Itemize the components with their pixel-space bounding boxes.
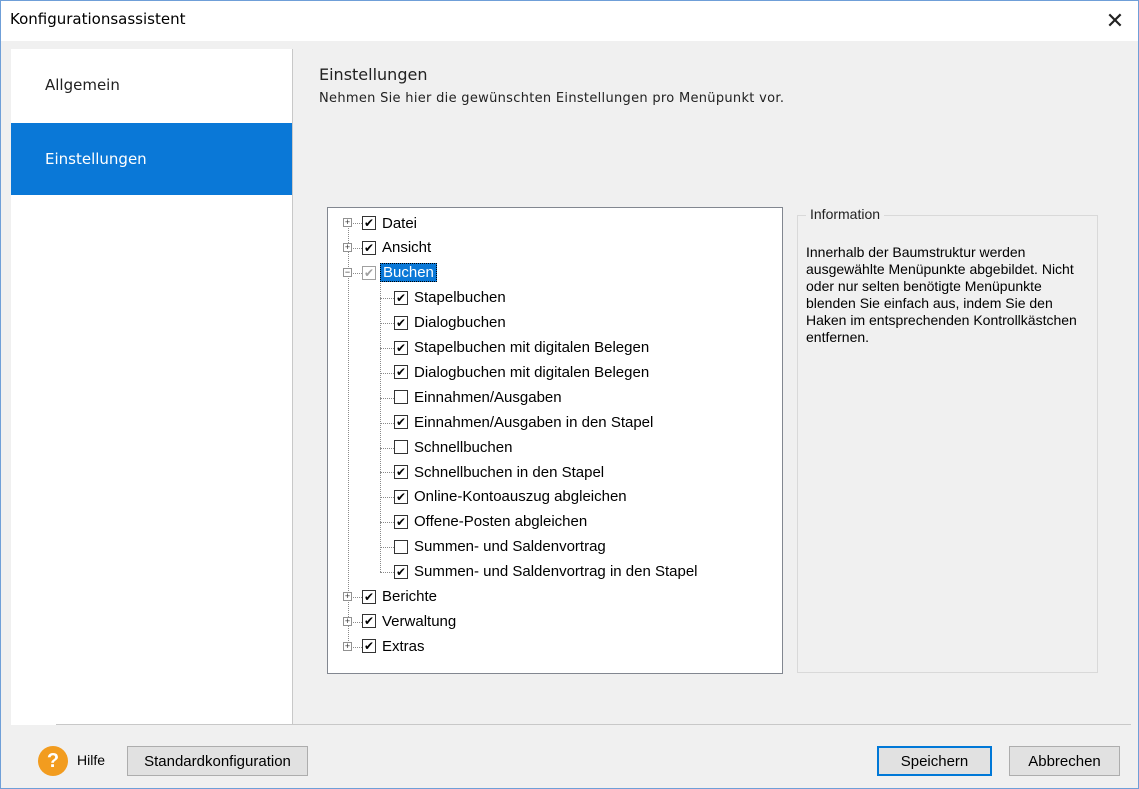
tree-branch-line [380,397,394,399]
tree-item[interactable]: ✔ Buchen [362,261,437,285]
cancel-button[interactable]: Abbrechen [1009,746,1120,776]
help-label[interactable]: Hilfe [77,752,105,768]
tree-child-item[interactable]: ✔ Dialogbuchen [394,311,508,335]
expand-icon[interactable]: + [343,616,352,626]
tree-item-label[interactable]: Verwaltung [380,613,458,630]
window-title: Konfigurationsassistent [10,10,186,28]
checkbox-checked-icon[interactable]: ✔ [394,564,408,579]
expand-icon[interactable]: + [343,243,352,253]
tree-branch-line [380,447,394,449]
menu-tree[interactable]: + ✔ Datei + ✔ Ansicht − ✔ Buchen ✔ Stapelbuchen ✔ Di… [327,207,783,674]
collapse-icon[interactable]: − [343,268,352,278]
tree-item[interactable]: ✔ Ansicht [362,236,433,260]
tree-item-label[interactable]: Extras [380,638,427,655]
title-bar: Konfigurationsassistent ✕ [1,1,1138,41]
tree-child-item[interactable]: ✔ Dialogbuchen mit digitalen Belegen [394,360,651,384]
sidebar-divider [292,49,293,725]
close-icon[interactable]: ✕ [1092,1,1138,41]
tree-child-item[interactable]: ✔ Stapelbuchen mit digitalen Belegen [394,336,651,360]
tree-item-label[interactable]: Stapelbuchen [412,289,508,306]
tree-child-item[interactable]: ✔ Schnellbuchen in den Stapel [394,460,606,484]
checkbox-checked-icon[interactable]: ✔ [362,614,376,629]
tree-branch-line [380,422,394,424]
expand-icon[interactable]: + [343,218,352,228]
dialog-window: Konfigurationsassistent ✕ Allgemein Eins… [0,0,1139,789]
sidebar-item-einstellungen[interactable]: Einstellungen [11,123,292,195]
tree-item-label[interactable]: Stapelbuchen mit digitalen Belegen [412,339,651,356]
expand-icon[interactable]: + [343,641,352,651]
checkbox-checked-icon[interactable]: ✔ [362,240,376,255]
sidebar: Allgemein Einstellungen [11,49,292,725]
sidebar-item-allgemein[interactable]: Allgemein [11,49,292,121]
checkbox-checked-icon[interactable]: ✔ [394,365,408,380]
checkbox-unchecked-icon[interactable] [394,440,408,455]
tree-item-label[interactable]: Ansicht [380,239,433,256]
save-button[interactable]: Speichern [877,746,992,776]
tree-item-label[interactable]: Online-Kontoauszug abgleichen [412,488,629,505]
page-subtitle: Nehmen Sie hier die gewünschten Einstell… [319,91,785,106]
checkbox-checked-icon[interactable]: ✔ [362,639,376,654]
tree-item[interactable]: ✔ Berichte [362,585,439,609]
tree-branch-line [380,347,394,349]
tree-child-item[interactable]: ✔ Summen- und Saldenvortrag in den Stapel [394,560,700,584]
tree-item[interactable]: ✔ Verwaltung [362,609,458,633]
tree-item-label[interactable]: Summen- und Saldenvortrag [412,538,608,555]
tree-item-label[interactable]: Offene-Posten abgleichen [412,513,589,530]
checkbox-checked-icon[interactable]: ✔ [362,265,376,280]
tree-item-label[interactable]: Dialogbuchen [412,314,508,331]
tree-child-item[interactable]: ✔ Online-Kontoauszug abgleichen [394,485,629,509]
tree-child-item[interactable]: Schnellbuchen [394,435,514,459]
tree-item-label[interactable]: Buchen [380,263,437,283]
tree-child-item[interactable]: ✔ Einnahmen/Ausgaben in den Stapel [394,410,655,434]
tree-item-label[interactable]: Dialogbuchen mit digitalen Belegen [412,364,651,381]
tree-branch-line [380,547,394,549]
checkbox-checked-icon[interactable]: ✔ [394,415,408,430]
tree-root-line [348,223,349,647]
checkbox-checked-icon[interactable]: ✔ [394,315,408,330]
tree-item-label[interactable]: Berichte [380,588,439,605]
help-icon[interactable]: ? [38,746,68,776]
information-legend: Information [806,206,885,222]
checkbox-checked-icon[interactable]: ✔ [394,489,408,504]
checkbox-checked-icon[interactable]: ✔ [362,216,376,230]
checkbox-checked-icon[interactable]: ✔ [394,465,408,479]
tree-item-label[interactable]: Summen- und Saldenvortrag in den Stapel [412,563,700,580]
tree-item-label[interactable]: Einnahmen/Ausgaben in den Stapel [412,414,655,431]
page-title: Einstellungen [319,65,428,84]
tree-item[interactable]: ✔ Datei [362,211,419,235]
footer-divider [56,724,1131,725]
tree-child-item[interactable]: ✔ Stapelbuchen [394,286,508,310]
standard-configuration-button[interactable]: Standardkonfiguration [127,746,308,776]
tree-item-label[interactable]: Einnahmen/Ausgaben [412,389,564,406]
tree-branch-line [380,522,394,524]
information-text: Innerhalb der Baumstruktur werden ausgew… [806,244,1077,345]
checkbox-checked-icon[interactable]: ✔ [394,290,408,305]
checkbox-unchecked-icon[interactable] [394,390,408,405]
tree-item[interactable]: ✔ Extras [362,634,427,658]
tree-branch-line [380,323,394,325]
checkbox-unchecked-icon[interactable] [394,539,408,554]
tree-child-item[interactable]: ✔ Offene-Posten abgleichen [394,510,589,534]
tree-branch-line [380,472,394,474]
checkbox-checked-icon[interactable]: ✔ [362,589,376,604]
tree-branch-line [380,372,394,374]
information-groupbox: Information Innerhalb der Baumstruktur w… [797,206,1098,673]
checkbox-checked-icon[interactable]: ✔ [394,340,408,355]
tree-child-item[interactable]: Summen- und Saldenvortrag [394,535,608,559]
tree-item-label[interactable]: Datei [380,215,419,232]
tree-branch-line [380,572,394,574]
tree-branch-line [380,497,394,499]
tree-item-label[interactable]: Schnellbuchen [412,439,514,456]
checkbox-checked-icon[interactable]: ✔ [394,514,408,529]
tree-item-label[interactable]: Schnellbuchen in den Stapel [412,464,606,481]
expand-icon[interactable]: + [343,591,352,601]
tree-child-item[interactable]: Einnahmen/Ausgaben [394,385,564,409]
tree-branch-line [380,298,394,300]
